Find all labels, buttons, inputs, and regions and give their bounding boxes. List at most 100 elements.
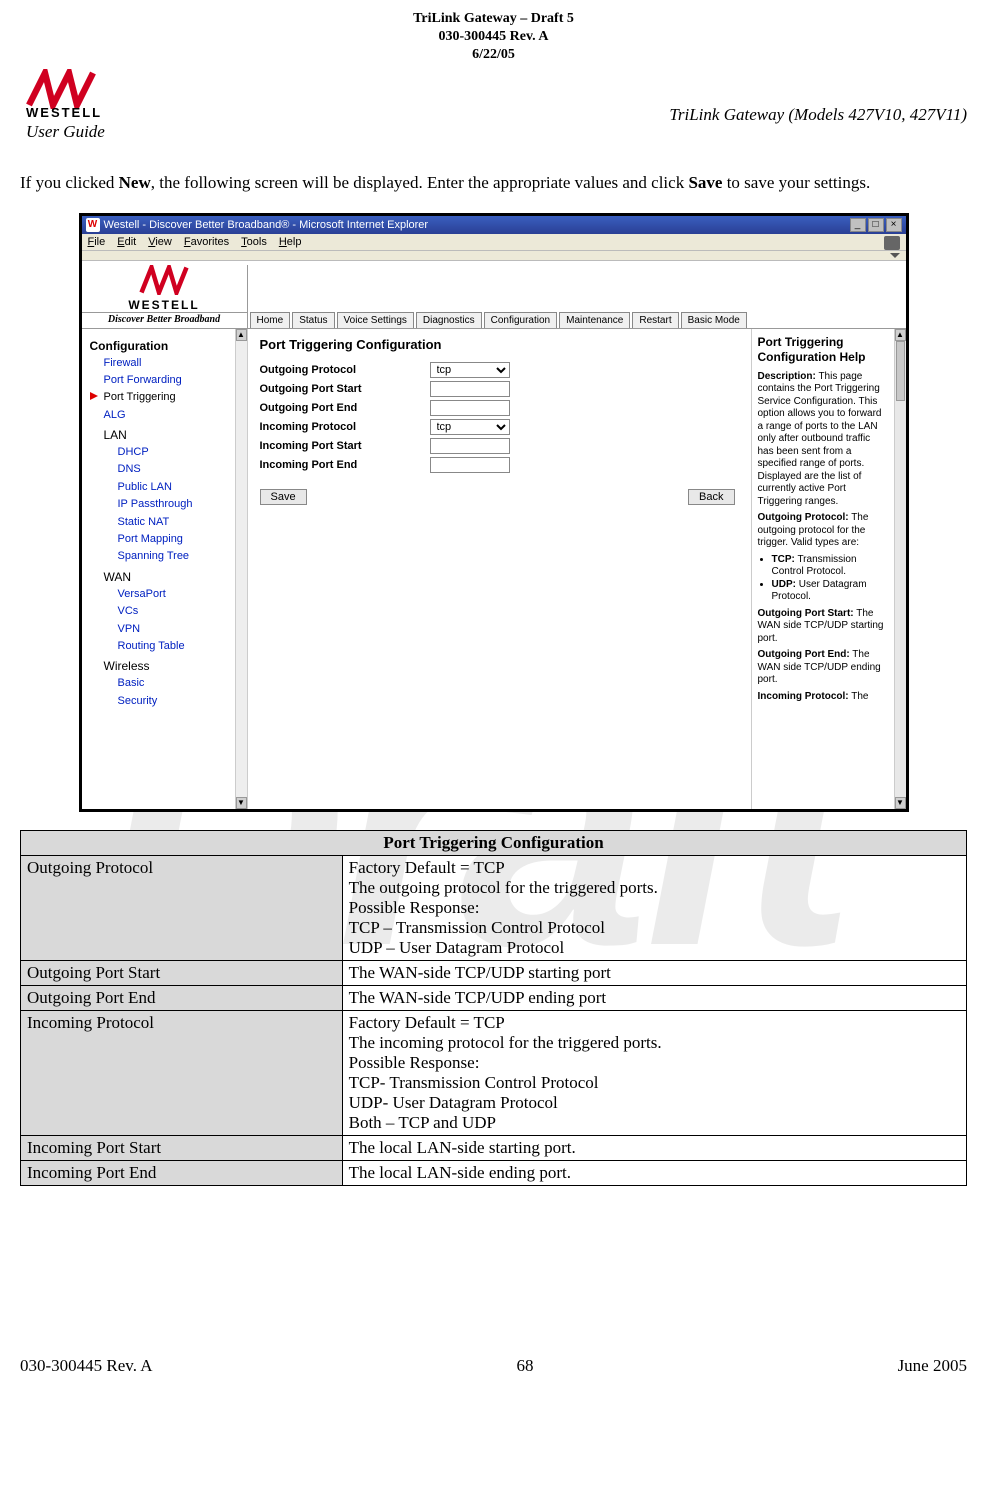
- sidebar-item-wireless-basic[interactable]: Basic: [90, 675, 247, 692]
- doc-header-line2: 030-300445 Rev. A: [20, 28, 967, 46]
- sidebar-item-static-nat[interactable]: Static NAT: [90, 514, 247, 531]
- westell-logo-icon: [139, 265, 189, 298]
- tab-home[interactable]: Home: [250, 312, 291, 328]
- help-outgoing-end: Outgoing Port End: The WAN side TCP/UDP …: [758, 649, 900, 687]
- window-title: Westell - Discover Better Broadband® - M…: [104, 219, 429, 231]
- input-outgoing-port-start[interactable]: [430, 381, 510, 397]
- nav-tabs: Home Status Voice Settings Diagnostics C…: [248, 308, 906, 328]
- menu-help[interactable]: Help: [279, 236, 302, 248]
- menu-edit[interactable]: Edit: [117, 236, 136, 248]
- menu-tools[interactable]: Tools: [241, 236, 267, 248]
- maximize-button[interactable]: □: [868, 218, 884, 232]
- input-incoming-port-end[interactable]: [430, 457, 510, 473]
- table-row: Outgoing ProtocolFactory Default = TCP T…: [21, 855, 967, 960]
- tab-voice[interactable]: Voice Settings: [337, 312, 414, 328]
- menu-view[interactable]: View: [148, 236, 172, 248]
- menu-favorites[interactable]: Favorites: [184, 236, 229, 248]
- config-description-table: Port Triggering Configuration Outgoing P…: [20, 830, 967, 1186]
- doc-header-right: TriLink Gateway (Models 427V10, 427V11): [669, 105, 967, 125]
- sidebar-item-vcs[interactable]: VCs: [90, 603, 247, 620]
- label-outgoing-port-start: Outgoing Port Start: [260, 383, 430, 395]
- window-titlebar[interactable]: W Westell - Discover Better Broadband® -…: [82, 216, 906, 234]
- table-row: Incoming ProtocolFactory Default = TCP T…: [21, 1010, 967, 1135]
- tab-status[interactable]: Status: [292, 312, 334, 328]
- menu-file[interactable]: File: [88, 236, 106, 248]
- sidebar-item-port-triggering[interactable]: Port Triggering: [90, 389, 247, 406]
- footer-page-number: 68: [517, 1356, 534, 1376]
- sidebar-item-versaport[interactable]: VersaPort: [90, 586, 247, 603]
- help-bullet-tcp: TCP: Transmission Control Protocol.: [772, 554, 888, 579]
- tab-restart[interactable]: Restart: [632, 312, 678, 328]
- back-button[interactable]: Back: [688, 489, 734, 505]
- input-incoming-port-start[interactable]: [430, 438, 510, 454]
- sidebar-item-routing-table[interactable]: Routing Table: [90, 638, 247, 655]
- toolbar-row: [82, 251, 906, 261]
- footer-right: June 2005: [898, 1356, 967, 1376]
- scroll-down-icon[interactable]: ▼: [895, 797, 906, 809]
- scroll-up-icon[interactable]: ▲: [236, 329, 247, 341]
- help-title: Port Triggering Configuration Help: [758, 335, 900, 365]
- help-incoming-protocol: Incoming Protocol: The: [758, 691, 900, 704]
- sidebar-item-wireless-security[interactable]: Security: [90, 693, 247, 710]
- label-outgoing-port-end: Outgoing Port End: [260, 402, 430, 414]
- help-scrollbar[interactable]: ▲ ▼: [894, 329, 906, 809]
- tab-basic-mode[interactable]: Basic Mode: [681, 312, 747, 328]
- user-guide-label: User Guide: [26, 122, 105, 142]
- label-incoming-port-end: Incoming Port End: [260, 459, 430, 471]
- tab-maintenance[interactable]: Maintenance: [559, 312, 630, 328]
- sidebar-heading-config: Configuration: [90, 339, 247, 353]
- tab-diagnostics[interactable]: Diagnostics: [416, 312, 482, 328]
- intro-paragraph: If you clicked New, the following screen…: [20, 172, 967, 195]
- sidebar-item-spanning-tree[interactable]: Spanning Tree: [90, 548, 247, 565]
- table-row: Incoming Port EndThe local LAN-side endi…: [21, 1160, 967, 1185]
- input-outgoing-port-end[interactable]: [430, 400, 510, 416]
- menubar: File Edit View Favorites Tools Help: [82, 234, 906, 251]
- help-outgoing-protocol: Outgoing Protocol: The outgoing protocol…: [758, 512, 900, 550]
- sidebar-item-dhcp[interactable]: DHCP: [90, 444, 247, 461]
- select-outgoing-protocol[interactable]: tcp: [430, 362, 510, 378]
- logo-block: WESTELL User Guide: [20, 69, 110, 142]
- page-footer: 030-300445 Rev. A 68 June 2005: [20, 1356, 967, 1376]
- minimize-button[interactable]: _: [850, 218, 866, 232]
- app-header: WESTELL Discover Better Broadband Home S…: [82, 261, 906, 329]
- table-row: Outgoing Port StartThe WAN-side TCP/UDP …: [21, 960, 967, 985]
- help-outgoing-start: Outgoing Port Start: The WAN side TCP/UD…: [758, 608, 900, 646]
- brand-tagline: Discover Better Broadband: [82, 312, 247, 326]
- brand-name: WESTELL: [128, 298, 199, 312]
- save-button[interactable]: Save: [260, 489, 307, 505]
- main-content: Port Triggering Configuration Outgoing P…: [248, 329, 751, 809]
- app-brand: WESTELL Discover Better Broadband: [82, 265, 248, 328]
- westell-logo-icon: [20, 69, 110, 109]
- scroll-up-icon[interactable]: ▲: [895, 329, 906, 341]
- sidebar-item-port-mapping[interactable]: Port Mapping: [90, 531, 247, 548]
- chevron-down-icon[interactable]: [890, 253, 900, 258]
- table-row: Incoming Port StartThe local LAN-side st…: [21, 1135, 967, 1160]
- sidebar-item-port-forwarding[interactable]: Port Forwarding: [90, 372, 247, 389]
- label-incoming-protocol: Incoming Protocol: [260, 421, 430, 433]
- doc-header: TriLink Gateway – Draft 5 030-300445 Rev…: [20, 10, 967, 65]
- help-panel: ▲ ▼ Port Triggering Configuration Help D…: [751, 329, 906, 809]
- sidebar-heading-wireless[interactable]: Wireless: [90, 659, 247, 673]
- sidebar-item-alg[interactable]: ALG: [90, 407, 247, 424]
- sidebar-heading-wan[interactable]: WAN: [90, 570, 247, 584]
- app-icon: W: [86, 218, 100, 232]
- tab-configuration[interactable]: Configuration: [484, 312, 557, 328]
- sidebar: ▲ ▼ Configuration Firewall Port Forwardi…: [82, 329, 248, 809]
- screenshot-window: W Westell - Discover Better Broadband® -…: [79, 213, 909, 812]
- close-button[interactable]: ×: [886, 218, 902, 232]
- sidebar-item-firewall[interactable]: Firewall: [90, 355, 247, 372]
- help-protocol-list: TCP: Transmission Control Protocol. UDP:…: [772, 554, 900, 604]
- help-description: Description: This page contains the Port…: [758, 371, 900, 509]
- sidebar-item-dns[interactable]: DNS: [90, 461, 247, 478]
- sidebar-item-public-lan[interactable]: Public LAN: [90, 479, 247, 496]
- table-title: Port Triggering Configuration: [21, 830, 967, 855]
- scroll-thumb[interactable]: [896, 341, 905, 401]
- sidebar-item-vpn[interactable]: VPN: [90, 621, 247, 638]
- remote-icon[interactable]: [884, 236, 900, 250]
- select-incoming-protocol[interactable]: tcp: [430, 419, 510, 435]
- label-incoming-port-start: Incoming Port Start: [260, 440, 430, 452]
- sidebar-item-ip-passthrough[interactable]: IP Passthrough: [90, 496, 247, 513]
- scroll-down-icon[interactable]: ▼: [236, 797, 247, 809]
- sidebar-heading-lan[interactable]: LAN: [90, 428, 247, 442]
- doc-header-line1: TriLink Gateway – Draft 5: [20, 10, 967, 28]
